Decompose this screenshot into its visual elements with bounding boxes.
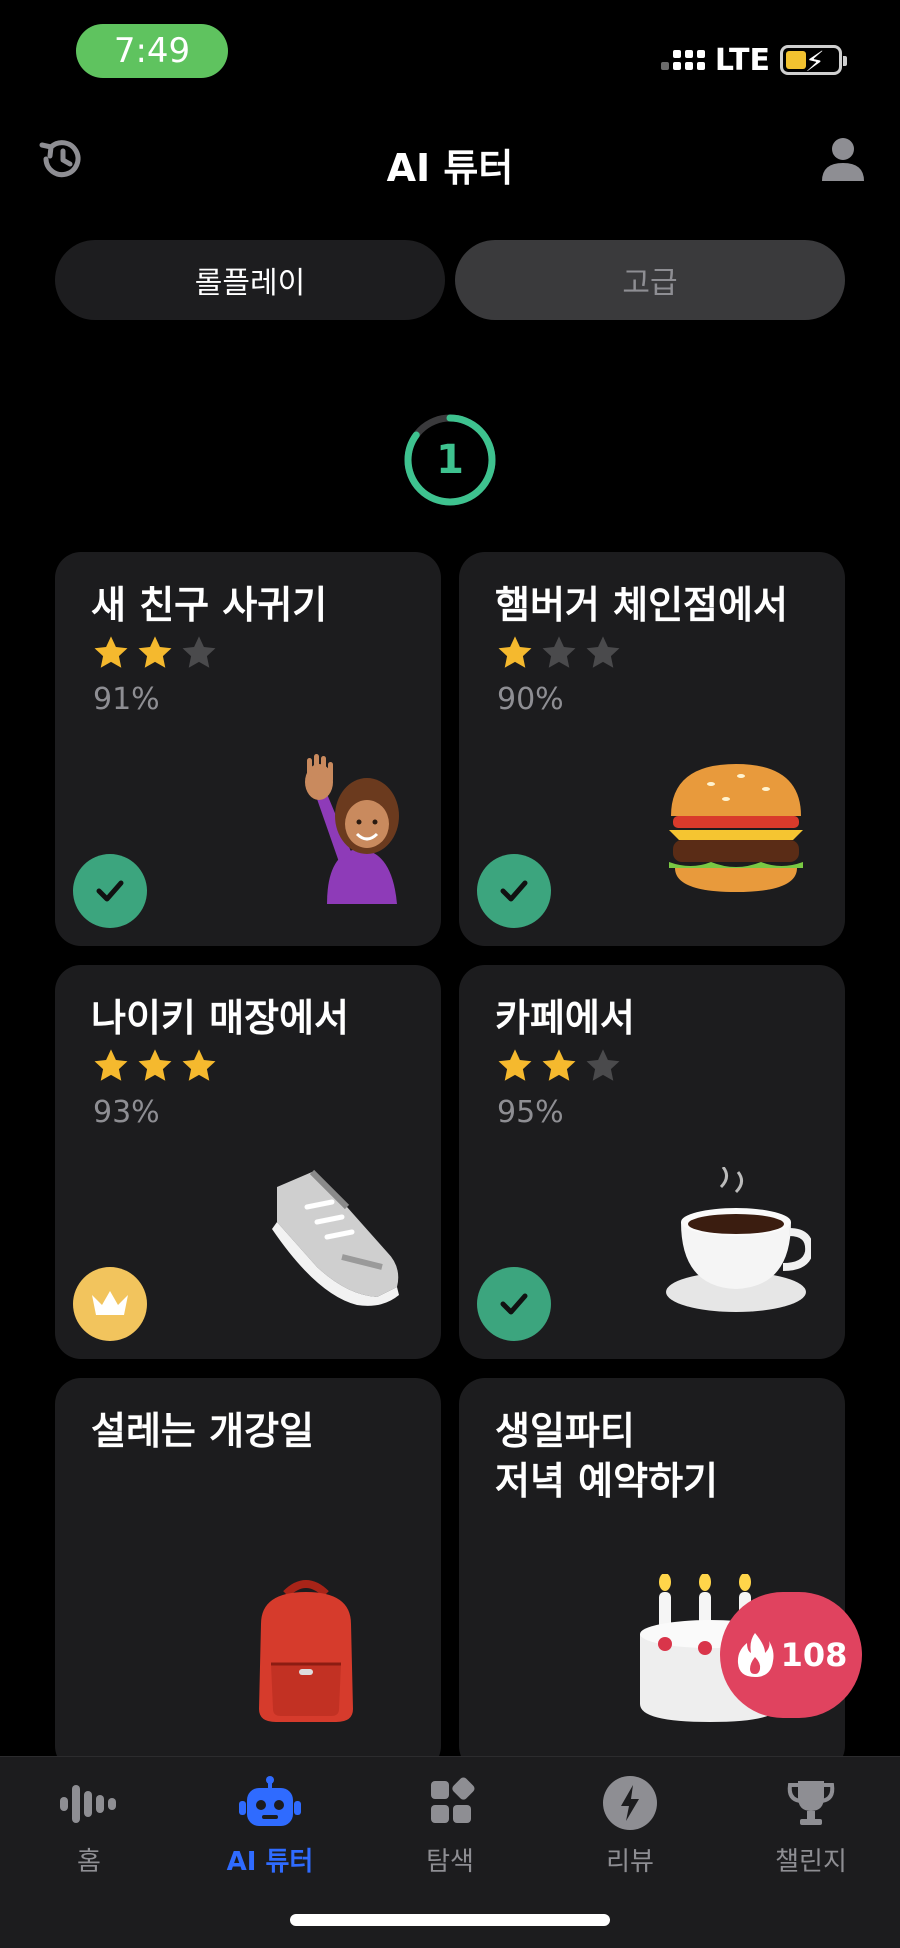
star-rating — [495, 1047, 623, 1085]
tab-label: 챌린지 — [775, 1847, 847, 1877]
score-percent: 90% — [497, 682, 564, 717]
scenario-card-first-day[interactable]: 설레는 개강일 — [55, 1378, 441, 1772]
status-indicators: LTE ⚡ — [660, 40, 847, 80]
crown-icon — [73, 1267, 147, 1341]
battery-icon: ⚡ — [780, 45, 847, 78]
voice-wave-icon — [60, 1785, 116, 1823]
coffee-icon — [666, 1167, 811, 1312]
star-filled-icon — [498, 636, 532, 668]
card-title: 새 친구 사귀기 — [91, 583, 328, 627]
tab-advanced[interactable]: 고급 — [455, 240, 845, 320]
tab-label: AI 튜터 — [226, 1847, 314, 1877]
star-rating — [91, 634, 219, 672]
scenario-card-cafe[interactable]: 카페에서 95% — [459, 965, 845, 1359]
waving-person-icon — [305, 754, 399, 904]
star-rating — [91, 1047, 219, 1085]
check-icon — [477, 854, 551, 928]
check-icon — [477, 1267, 551, 1341]
scenario-card-new-friend[interactable]: 새 친구 사귀기 91% — [55, 552, 441, 946]
score-percent: 91% — [93, 682, 160, 717]
tab-review[interactable]: 리뷰 — [560, 1775, 700, 1878]
lightning-icon — [603, 1776, 657, 1830]
card-title: 나이키 매장에서 — [91, 996, 349, 1040]
star-empty-icon — [586, 636, 620, 668]
tab-label: 리뷰 — [606, 1847, 654, 1877]
header: AI 튜터 — [0, 125, 900, 195]
robot-icon — [239, 1776, 301, 1826]
tab-roleplay[interactable]: 롤플레이 — [55, 240, 445, 320]
streak-count: 108 — [780, 1636, 848, 1674]
hamburger-icon — [669, 764, 803, 892]
mode-segment-control: 롤플레이 고급 — [55, 240, 845, 320]
tab-explore[interactable]: 탐색 — [380, 1775, 520, 1878]
level-number: 1 — [436, 437, 464, 483]
streak-button[interactable]: 108 — [720, 1592, 862, 1718]
tab-label: 탐색 — [426, 1847, 474, 1877]
level-progress-ring: 1 — [402, 412, 498, 508]
tab-challenge[interactable]: 챌린지 — [741, 1775, 881, 1878]
star-filled-icon — [138, 636, 172, 668]
star-filled-icon — [498, 1049, 532, 1081]
scenario-card-nike-store[interactable]: 나이키 매장에서 93% — [55, 965, 441, 1359]
page-title: AI 튜터 — [386, 146, 514, 190]
card-title: 카페에서 — [495, 996, 635, 1040]
star-rating — [495, 634, 623, 672]
star-filled-icon — [94, 636, 128, 668]
tab-ai-tutor[interactable]: AI 튜터 — [200, 1775, 340, 1878]
grid-explore-icon — [431, 1777, 475, 1823]
profile-icon[interactable] — [820, 135, 866, 183]
star-empty-icon — [182, 636, 216, 668]
card-title: 설레는 개강일 — [91, 1409, 314, 1453]
sneaker-icon — [272, 1169, 399, 1306]
star-filled-icon — [94, 1049, 128, 1081]
star-empty-icon — [586, 1049, 620, 1081]
score-percent: 95% — [497, 1095, 564, 1130]
tab-home[interactable]: 홈 — [19, 1775, 159, 1878]
check-icon — [73, 854, 147, 928]
backpack-icon — [259, 1580, 353, 1722]
star-filled-icon — [138, 1049, 172, 1081]
trophy-icon — [787, 1781, 835, 1825]
star-filled-icon — [542, 1049, 576, 1081]
star-empty-icon — [542, 636, 576, 668]
flame-icon — [737, 1633, 774, 1677]
card-title: 햄버거 체인점에서 — [495, 583, 788, 627]
status-time: 7:49 — [76, 24, 228, 78]
scenario-card-burger[interactable]: 햄버거 체인점에서 90% — [459, 552, 845, 946]
score-percent: 93% — [93, 1095, 160, 1130]
card-title: 생일파티 저녁 예약하기 — [495, 1409, 718, 1503]
tab-label: 홈 — [77, 1847, 101, 1877]
network-type: LTE — [714, 42, 770, 78]
star-filled-icon — [182, 1049, 216, 1081]
cellular-signal-icon — [660, 50, 705, 70]
home-indicator — [290, 1914, 610, 1926]
